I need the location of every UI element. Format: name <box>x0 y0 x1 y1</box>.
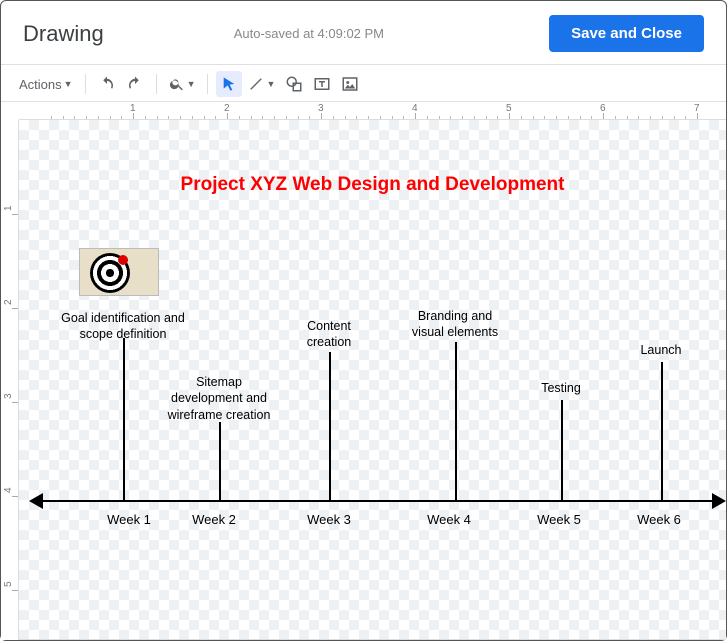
chevron-down-icon: ▼ <box>187 79 196 89</box>
separator <box>85 74 86 94</box>
image-icon <box>341 75 359 93</box>
week-label[interactable]: Week 5 <box>537 512 581 527</box>
toolbar: Actions ▼ ▼ ▼ <box>1 65 726 102</box>
ruler-vertical: 12345 <box>1 120 19 640</box>
event-label[interactable]: Sitemap development and wireframe creati… <box>149 374 289 423</box>
event-label[interactable]: Branding and visual elements <box>390 308 520 341</box>
undo-icon <box>98 75 116 93</box>
separator <box>207 74 208 94</box>
week-label[interactable]: Week 1 <box>107 512 151 527</box>
line-icon <box>248 76 264 92</box>
textbox-tool-button[interactable] <box>309 71 335 97</box>
undo-button[interactable] <box>94 71 120 97</box>
actions-menu-button[interactable]: Actions ▼ <box>15 71 77 97</box>
select-tool-button[interactable] <box>216 71 242 97</box>
week-label[interactable]: Week 2 <box>192 512 236 527</box>
chevron-down-icon: ▼ <box>266 79 275 89</box>
redo-button[interactable] <box>122 71 148 97</box>
redo-icon <box>126 75 144 93</box>
autosave-status: Auto-saved at 4:09:02 PM <box>104 26 549 41</box>
event-label[interactable]: Launch <box>621 342 701 358</box>
event-tick[interactable] <box>661 362 663 500</box>
chevron-down-icon: ▼ <box>64 79 73 89</box>
image-tool-button[interactable] <box>337 71 363 97</box>
event-tick[interactable] <box>219 422 221 500</box>
dialog-header: Drawing Auto-saved at 4:09:02 PM Save an… <box>1 1 726 65</box>
cursor-icon <box>221 76 237 92</box>
event-tick[interactable] <box>561 400 563 500</box>
ruler-horizontal: 1234567 <box>19 102 726 120</box>
actions-label: Actions <box>19 77 62 92</box>
event-label[interactable]: Content creation <box>284 318 374 351</box>
event-label[interactable]: Goal identification and scope definition <box>38 310 208 343</box>
timeline-arrow-right <box>712 493 726 509</box>
save-and-close-button[interactable]: Save and Close <box>549 15 704 52</box>
event-tick[interactable] <box>329 352 331 500</box>
bullseye-graphic <box>90 253 130 293</box>
week-label[interactable]: Week 4 <box>427 512 471 527</box>
event-label[interactable]: Testing <box>521 380 601 396</box>
shape-icon <box>285 75 303 93</box>
event-tick[interactable] <box>123 338 125 500</box>
timeline-arrow-left <box>29 493 43 509</box>
workspace: 12345 Project XYZ Web Design and Develop… <box>1 120 726 640</box>
week-label[interactable]: Week 6 <box>637 512 681 527</box>
event-tick[interactable] <box>455 342 457 500</box>
shape-tool-button[interactable] <box>281 71 307 97</box>
line-tool-button[interactable]: ▼ <box>244 71 279 97</box>
week-label[interactable]: Week 3 <box>307 512 351 527</box>
drawing-canvas[interactable]: Project XYZ Web Design and Development G… <box>19 120 726 640</box>
zoom-icon <box>169 76 185 92</box>
dialog-title: Drawing <box>23 21 104 47</box>
zoom-menu-button[interactable]: ▼ <box>165 71 200 97</box>
separator <box>156 74 157 94</box>
drawing-title-text[interactable]: Project XYZ Web Design and Development <box>19 174 726 196</box>
inserted-image[interactable] <box>79 248 159 296</box>
timeline-axis[interactable] <box>39 500 716 502</box>
textbox-icon <box>313 75 331 93</box>
